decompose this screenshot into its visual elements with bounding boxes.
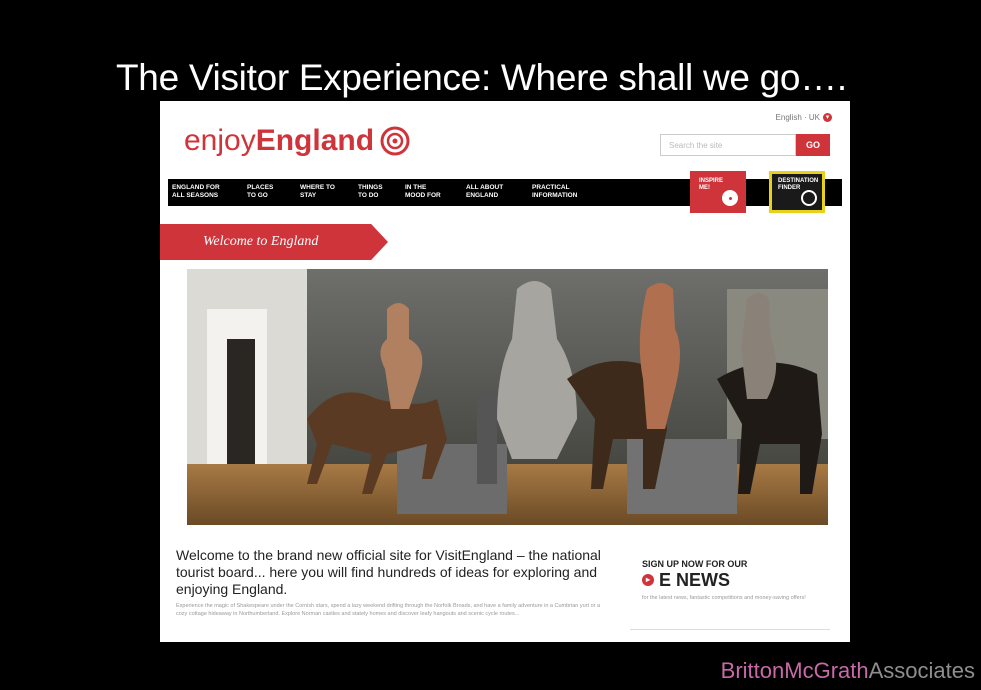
destination-finder-button[interactable]: DESTINATION FINDER	[769, 171, 825, 213]
search-input[interactable]	[660, 134, 796, 156]
footer-brand-part2: Associates	[868, 658, 975, 683]
footer-brand: BrittonMcGrathAssociates	[721, 658, 975, 684]
inspire-me-button[interactable]: INSPIRE ME!	[690, 171, 746, 213]
enews-desc: for the latest news, fantastic competiti…	[642, 595, 806, 601]
logo-text-enjoy: enjoy	[184, 124, 256, 157]
website-screenshot: English · UK ▾ enjoyEngland GO ENGLAND F…	[160, 101, 850, 642]
inspire-me-label: INSPIRE ME!	[699, 178, 724, 191]
site-logo[interactable]: enjoy England	[184, 121, 410, 161]
rose-icon	[380, 126, 410, 156]
language-label: English · UK	[775, 113, 820, 122]
intro-body: Experience the magic of Shakespeare unde…	[176, 603, 601, 617]
wheel-icon	[722, 190, 738, 206]
language-selector[interactable]: English · UK ▾	[776, 113, 832, 122]
logo-text-england: England	[255, 124, 375, 157]
arrow-right-icon: ▸	[642, 574, 654, 586]
search-bar: GO	[660, 134, 830, 156]
footer-brand-part1: BrittonMcGrath	[720, 658, 869, 683]
nav-item-stay[interactable]: WHERE TO STAY	[300, 184, 335, 200]
intro-lead: Welcome to the brand new official site f…	[176, 547, 601, 597]
hero-image-armoury[interactable]	[187, 269, 828, 525]
nav-item-seasons[interactable]: ENGLAND FOR ALL SEASONS	[172, 184, 220, 200]
welcome-banner: Welcome to England	[160, 224, 388, 260]
enews-signup[interactable]: SIGN UP NOW FOR OUR ▸ E NEWS for the lat…	[642, 559, 827, 602]
enews-title: ▸ E NEWS	[642, 569, 827, 591]
search-go-button[interactable]: GO	[796, 134, 830, 156]
hero-image-graphic	[187, 269, 828, 525]
divider	[630, 629, 830, 630]
slide-title: The Visitor Experience: Where shall we g…	[116, 57, 847, 98]
enews-title-text: E NEWS	[659, 570, 731, 590]
destination-finder-label: DESTINATION FINDER	[778, 178, 819, 191]
nav-item-about[interactable]: ALL ABOUT ENGLAND	[466, 184, 503, 200]
nav-item-places[interactable]: PLACES TO GO	[247, 184, 273, 200]
compass-icon	[801, 190, 817, 206]
intro-copy: Welcome to the brand new official site f…	[176, 547, 606, 618]
enews-pre: SIGN UP NOW FOR OUR	[642, 559, 748, 569]
chevron-down-icon: ▾	[823, 113, 832, 122]
nav-item-things[interactable]: THINGS TO DO	[358, 184, 383, 200]
nav-item-mood[interactable]: IN THE MOOD FOR	[405, 184, 441, 200]
nav-item-practical[interactable]: PRACTICAL INFORMATION	[532, 184, 577, 200]
